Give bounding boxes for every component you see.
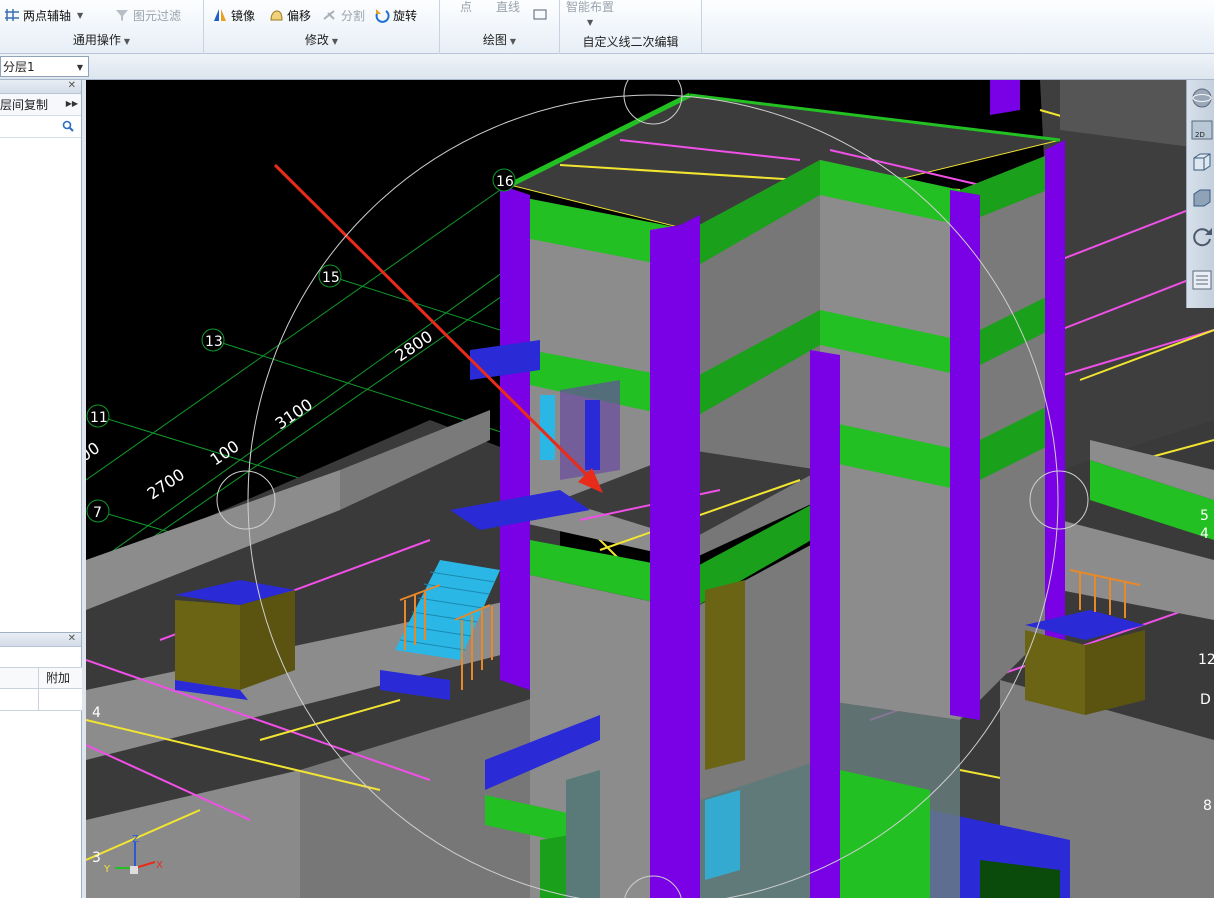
mirror-button[interactable]: 镜像 xyxy=(212,5,255,25)
axis-label-13: 13 xyxy=(205,334,223,350)
axis-x-label: X xyxy=(156,860,163,871)
mirror-icon xyxy=(212,7,228,23)
rotate-button[interactable]: 旋转 xyxy=(374,5,417,25)
rectangle-icon xyxy=(532,7,548,23)
axis-label-4: 4 xyxy=(92,705,101,721)
axis-y-label: Y xyxy=(103,864,111,875)
view-3d-button[interactable] xyxy=(1190,150,1214,174)
smart-layout-caret[interactable]: ▼ xyxy=(584,12,593,32)
3d-viewport[interactable]: 16 15 13 11 7 4 3 5 4 D 8 12 2800 3100 1… xyxy=(86,80,1214,898)
view-2d-button[interactable]: 2D xyxy=(1190,118,1214,142)
axis-z-label: Z xyxy=(132,834,139,845)
group-custom: 智能布置 ▼ 自定义线二次编辑 xyxy=(560,0,702,54)
group-general: 两点辅轴 ▼ 图元过滤 通用操作 ▼ xyxy=(0,0,204,54)
axis-label-3: 3 xyxy=(92,850,101,866)
two-point-axis-button[interactable]: 两点辅轴 ▼ xyxy=(4,5,83,25)
copy-between-floors-button[interactable]: 层间复制 ▶▶ xyxy=(0,94,81,116)
group-modify-label: 修改 ▼ xyxy=(304,33,339,47)
orbit-view-button[interactable] xyxy=(1190,86,1214,110)
search-icon[interactable] xyxy=(62,120,74,135)
axis-grid-icon xyxy=(4,7,20,23)
building-model: 16 15 13 11 7 4 3 5 4 D 8 12 2800 3100 1… xyxy=(86,80,1214,898)
axis-label-5: 5 xyxy=(1200,508,1209,524)
filter-icon xyxy=(114,7,130,23)
close-icon[interactable]: ✕ xyxy=(68,633,76,644)
rect-button[interactable] xyxy=(532,5,548,25)
more-icon[interactable]: ▶▶ xyxy=(66,99,78,108)
offset-button[interactable]: 偏移 xyxy=(268,5,311,25)
element-filter-button[interactable]: 图元过滤 xyxy=(114,5,181,25)
col-extra-header: 附加 xyxy=(46,671,71,685)
offset-icon xyxy=(268,7,284,23)
axis-label-12: 12 xyxy=(1198,652,1214,668)
axis-label-15: 15 xyxy=(322,270,340,286)
axis-label-11: 11 xyxy=(90,410,108,426)
axis-label-d: D xyxy=(1200,692,1211,708)
chevron-down-icon: ▼ xyxy=(587,17,594,27)
line-button[interactable]: 直线 xyxy=(496,0,520,16)
group-custom-label: 自定义线二次编辑 xyxy=(582,35,679,49)
view-toolbar: 2D xyxy=(1186,80,1214,308)
property-panel: ✕ 附加 xyxy=(0,632,82,898)
group-modify: 镜像 偏移 分割 旋转 修改 ▼ xyxy=(204,0,440,54)
close-icon[interactable]: ✕ xyxy=(68,80,76,91)
property-table-row[interactable] xyxy=(0,689,82,711)
chevron-down-icon: ▼ xyxy=(123,37,131,46)
display-settings-button[interactable] xyxy=(1190,268,1214,292)
property-panel-titlebar: ✕ xyxy=(0,633,81,647)
chevron-down-icon: ▼ xyxy=(509,37,517,46)
chevron-down-icon: ▼ xyxy=(77,10,84,20)
chevron-down-icon: ▼ xyxy=(331,37,339,46)
chevron-down-icon: ▼ xyxy=(76,63,83,72)
axis-label-16: 16 xyxy=(496,174,514,190)
view-box-button[interactable] xyxy=(1190,186,1214,210)
layer-select[interactable]: 分层1 ▼ xyxy=(0,56,89,77)
axis-label-4b: 4 xyxy=(1200,526,1209,542)
axis-label-8: 8 xyxy=(1203,798,1212,814)
rotate-view-button[interactable] xyxy=(1190,224,1214,248)
split-button[interactable]: 分割 xyxy=(322,5,365,25)
search-input[interactable] xyxy=(0,116,81,138)
ribbon: 两点辅轴 ▼ 图元过滤 通用操作 ▼ 镜像 偏移 分割 旋转 修改 ▼ 点 直线… xyxy=(0,0,1214,54)
group-draw: 点 直线 绘图 ▼ xyxy=(440,0,560,54)
left-panel: ✕ 层间复制 ▶▶ xyxy=(0,80,82,632)
left-panel-titlebar: ✕ xyxy=(0,80,81,94)
axis-label-7: 7 xyxy=(93,505,102,521)
split-icon xyxy=(322,7,338,23)
group-general-label: 通用操作 ▼ xyxy=(72,33,131,47)
point-button[interactable]: 点 xyxy=(460,0,472,16)
layer-toolbar: 分层1 ▼ xyxy=(0,54,1214,80)
property-table-header: 附加 xyxy=(0,667,82,689)
group-draw-label: 绘图 ▼ xyxy=(482,33,517,47)
view-2d-label: 2D xyxy=(1195,131,1205,139)
rotate-icon xyxy=(374,7,390,23)
